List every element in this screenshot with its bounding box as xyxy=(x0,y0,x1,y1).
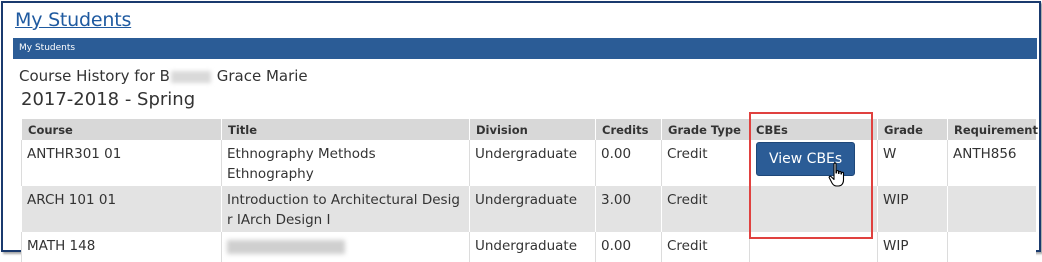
course-history-caption: Course History for B Grace Marie xyxy=(19,67,308,85)
table-header-row: Course Title Division Credits Grade Type… xyxy=(21,119,1038,140)
cell-credits: 0.00 xyxy=(595,232,662,262)
column-header-grade: Grade xyxy=(877,119,948,140)
column-header-cbes: CBEs xyxy=(749,119,878,140)
cell-cbes xyxy=(749,186,878,232)
cell-division: Undergraduate xyxy=(469,232,596,262)
cell-grade-type: Credit xyxy=(661,140,750,186)
course-history-suffix: Grace Marie xyxy=(216,67,308,85)
cell-course: ANTHR301 01 xyxy=(21,140,222,186)
cell-requirement xyxy=(947,186,1036,232)
view-cbes-button[interactable]: View CBEs xyxy=(756,142,856,176)
cell-grade: WIP xyxy=(877,232,948,262)
cell-grade: W xyxy=(877,140,948,186)
column-header-division: Division xyxy=(469,119,596,140)
redacted-name xyxy=(170,70,211,83)
page-title-link[interactable]: My Students xyxy=(15,9,131,31)
cell-division: Undergraduate xyxy=(469,140,596,186)
redacted-title xyxy=(227,240,345,254)
cell-title: Introduction to Architectural Desig r IA… xyxy=(221,186,470,232)
column-header-grade-type: Grade Type xyxy=(661,119,750,140)
cell-requirement: ANTH856 xyxy=(947,140,1036,186)
cell-credits: 0.00 xyxy=(595,140,662,186)
table-row: ANTHR301 01 Ethnography Methods Ethnogra… xyxy=(21,140,1036,186)
cell-course: MATH 148 xyxy=(21,232,222,262)
cell-grade: WIP xyxy=(877,186,948,232)
cell-title xyxy=(221,232,470,262)
cell-cbes xyxy=(749,232,878,262)
section-header-bar: My Students xyxy=(13,38,1037,59)
cell-grade-type: Credit xyxy=(661,186,750,232)
column-header-course: Course xyxy=(21,119,222,140)
cell-course: ARCH 101 01 xyxy=(21,186,222,232)
term-heading: 2017-2018 - Spring xyxy=(21,89,196,110)
course-history-prefix: Course History for B xyxy=(19,67,170,85)
cell-division: Undergraduate xyxy=(469,186,596,232)
column-header-title: Title xyxy=(221,119,470,140)
course-history-table: Course Title Division Credits Grade Type… xyxy=(21,119,1038,262)
cell-cbes: View CBEs xyxy=(749,140,878,186)
table-row: ARCH 101 01 Introduction to Architectura… xyxy=(21,186,1036,232)
section-header-label: My Students xyxy=(19,43,76,53)
table-row: MATH 148 Undergraduate 0.00 Credit WIP xyxy=(21,232,1036,262)
cell-title: Ethnography Methods Ethnography xyxy=(221,140,470,186)
cell-credits: 3.00 xyxy=(595,186,662,232)
cell-requirement xyxy=(947,232,1036,262)
column-header-credits: Credits xyxy=(595,119,662,140)
column-header-requirement: Requirement xyxy=(947,119,1038,140)
cell-grade-type: Credit xyxy=(661,232,750,262)
